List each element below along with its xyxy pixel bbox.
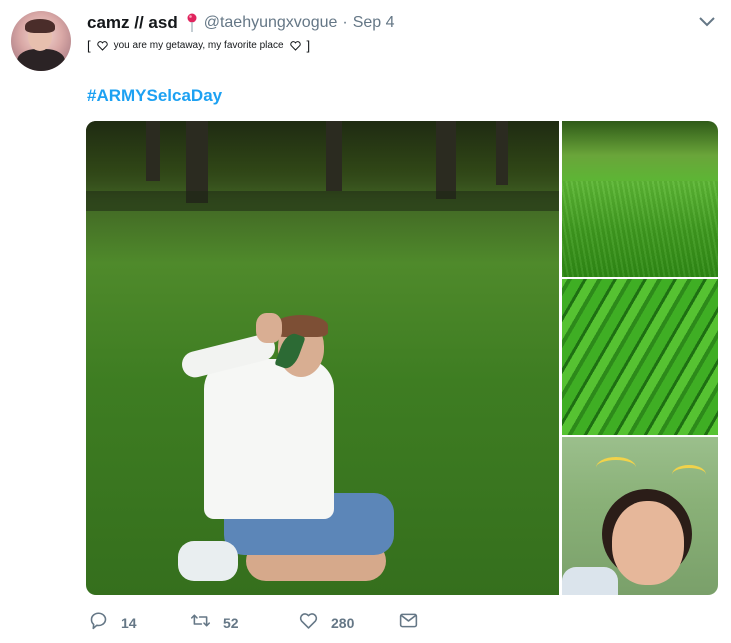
selfie-face: [612, 501, 684, 585]
heart-outline-icon: [289, 40, 301, 51]
tweet-header: camz // asd @taehyungxvogue · Sep 4: [87, 12, 395, 34]
tree-trunk: [146, 121, 160, 181]
person-shirt: [204, 359, 334, 519]
tweet-text: [ you are my getaway, my favorite place …: [87, 38, 310, 53]
reply-icon: [88, 610, 109, 636]
crown-filter: [596, 457, 636, 478]
photo-grass[interactable]: [562, 121, 718, 277]
tree-trunk: [326, 121, 342, 191]
direct-message-button[interactable]: [398, 610, 419, 636]
tree-trunk: [496, 121, 508, 185]
retweet-button[interactable]: 52: [190, 610, 298, 636]
crown-filter: [672, 465, 706, 484]
tweet-actions: 14 52 280: [88, 610, 419, 636]
reply-count: 14: [121, 615, 137, 631]
like-icon: [298, 610, 319, 636]
tweet-body: you are my getaway, my favorite place: [113, 40, 284, 51]
avatar-shirt: [17, 49, 65, 71]
display-name[interactable]: camz // asd: [87, 13, 178, 33]
person-shoe: [178, 541, 238, 581]
retweet-count: 52: [223, 615, 239, 631]
photo-bamboo[interactable]: [562, 279, 718, 435]
retweet-icon: [190, 610, 211, 636]
avatar-hair: [25, 19, 55, 33]
person-hair: [274, 315, 328, 337]
bracket-open: [: [87, 38, 91, 53]
separator-dot: ·: [342, 14, 348, 31]
person-hand: [256, 313, 282, 343]
avatar[interactable]: [11, 11, 71, 71]
ground-shadow: [86, 191, 559, 211]
pin-emoji-icon: [186, 13, 198, 33]
chevron-down-icon[interactable]: [698, 14, 716, 28]
dm-icon: [398, 610, 419, 636]
like-button[interactable]: 280: [298, 610, 398, 636]
hashtag-link[interactable]: #ARMYSelcaDay: [87, 86, 222, 106]
reply-button[interactable]: 14: [88, 610, 190, 636]
tweet-date[interactable]: Sep 4: [353, 14, 395, 32]
bracket-close: ]: [306, 38, 311, 53]
like-count: 280: [331, 615, 355, 631]
user-handle[interactable]: @taehyungxvogue: [204, 14, 338, 32]
selfie-shirt: [562, 567, 618, 595]
bamboo-stalks: [562, 279, 718, 435]
heart-outline-icon: [96, 40, 108, 51]
photo-selfie[interactable]: [562, 437, 718, 595]
grass-texture: [562, 181, 718, 277]
media-grid: [86, 121, 718, 595]
photo-main[interactable]: [86, 121, 559, 595]
tree-trunk: [436, 121, 456, 199]
